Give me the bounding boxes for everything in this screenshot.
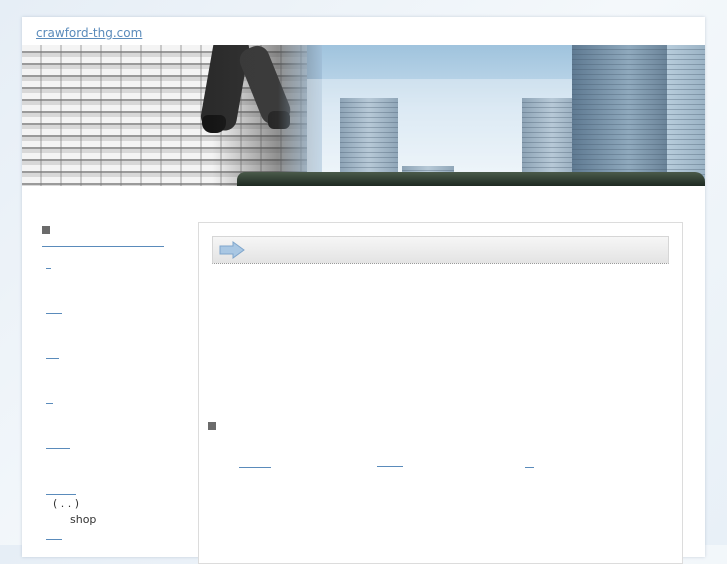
content-title-bar bbox=[212, 236, 669, 264]
banner-fade bbox=[212, 45, 322, 186]
sidebar-link[interactable] bbox=[46, 403, 53, 404]
page-container: crawford-thg.com ( . . ) shop bbox=[22, 17, 705, 564]
building bbox=[667, 45, 705, 186]
section-link[interactable] bbox=[239, 467, 271, 468]
site-link[interactable]: crawford-thg.com bbox=[36, 26, 142, 40]
header-banner-image bbox=[22, 45, 705, 186]
main-content-box bbox=[198, 222, 683, 564]
sidebar-link[interactable] bbox=[46, 539, 62, 540]
building bbox=[572, 45, 667, 186]
sidebar-note: ( . . ) bbox=[53, 497, 80, 510]
section-link[interactable] bbox=[377, 466, 403, 467]
right-arrow-icon bbox=[219, 241, 245, 259]
sidebar-link[interactable] bbox=[46, 268, 51, 269]
section-bullet-icon bbox=[208, 422, 216, 430]
sidebar-link[interactable] bbox=[46, 448, 70, 449]
section-link[interactable] bbox=[525, 467, 534, 468]
sidebar-bullet-icon bbox=[42, 226, 50, 234]
sidebar-link[interactable] bbox=[46, 358, 59, 359]
tree-line bbox=[237, 172, 705, 186]
sidebar-link[interactable] bbox=[46, 494, 76, 495]
sidebar-link[interactable] bbox=[46, 313, 62, 314]
sidebar-shop-text: shop bbox=[70, 513, 97, 526]
sidebar-divider bbox=[42, 246, 164, 247]
